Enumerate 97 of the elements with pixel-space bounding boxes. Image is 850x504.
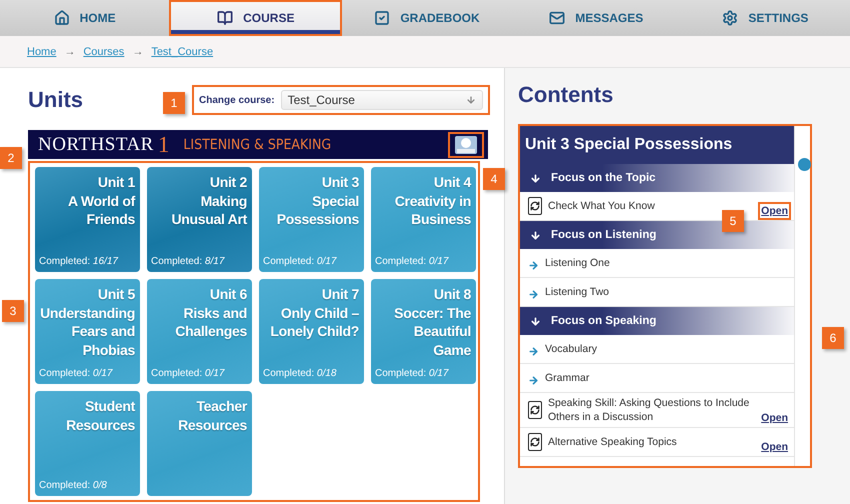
callout-marker: 3 [2,300,24,322]
unit-tile[interactable]: Unit 3 Special Possessions Completed: 0/17 [259,167,364,272]
unit-name: Special Possessions [276,192,359,228]
completion-text: Completed: 0/17 [375,368,448,379]
section-header[interactable]: Focus on the Topic [520,164,794,192]
unit-heading: Unit 3 Special Possessions [520,126,794,164]
activity-icon [528,401,542,419]
section-header[interactable]: Focus on Speaking [520,307,794,335]
down-arrow-icon [530,230,541,240]
unit-number: Unit 2 [210,173,247,192]
content-label: Listening Two [545,285,610,299]
breadcrumb-link[interactable]: Home [27,46,56,58]
unit-name: Teacher Resources [177,397,247,434]
content-label: Check What You Know [548,199,656,213]
change-course-label: Change course: [199,94,275,106]
callout-marker: 2 [0,147,22,169]
content-row[interactable]: Speaking Skill: Asking Questions to Include Others in a Discussion Open [520,393,794,428]
unit-tile[interactable]: Unit 1 A World of Friends Completed: 16/17 [35,167,140,272]
open-link[interactable]: Open [761,205,788,217]
unit-tile[interactable]: Unit 5 Understanding Fears and Phobias Completed: 0/17 [35,279,140,384]
unit-number: Unit 1 [98,173,135,192]
content-row[interactable]: Alternative Speaking Topics Open [520,428,794,457]
unit-name: Understanding Fears and Phobias [39,304,135,359]
unit-name: Student Resources [65,397,135,434]
right-arrow-icon [528,288,539,300]
down-arrow-icon [530,172,541,184]
unit-tile[interactable]: Student Resources Completed: 0/8 [35,391,140,496]
completion-text: Completed: 0/17 [39,368,112,379]
content-label: Grammar [545,371,590,385]
units-title: Units [28,87,83,113]
open-link[interactable]: Open [761,412,788,424]
breadcrumb-link[interactable]: Test_Course [151,46,214,58]
open-link[interactable]: Open [761,441,788,453]
checkbox-icon [374,10,390,26]
unit-number: Unit 7 [322,285,359,304]
completion-text: Completed: 0/8 [39,480,107,491]
completion-text: Completed: 0/18 [263,368,336,379]
completion-text: Completed: 8/17 [151,256,224,267]
completion-text: Completed: 0/17 [375,256,448,267]
scrollbar[interactable] [794,126,810,466]
callout-marker: 5 [722,210,744,232]
content-label: Listening One [545,256,611,270]
course-select[interactable]: Test_Course [280,90,483,110]
down-arrow-icon [530,316,541,326]
settings-icon [722,10,738,26]
activity-icon [528,433,542,451]
brand-name: NORTHSTAR [38,134,154,156]
nav-tab[interactable]: HOME [0,0,170,36]
unit-name: Creativity in Business [394,192,471,228]
unit-tile[interactable]: Unit 7 Only Child – Lonely Child? Completed: 0/18 [259,279,364,384]
callout-marker: 6 [822,327,844,349]
content-label: Alternative Speaking Topics [548,435,678,449]
unit-number: Unit 6 [210,285,247,304]
right-arrow-icon [528,346,539,356]
unit-tile[interactable]: Unit 4 Creativity in Business Completed: 0/17 [371,167,476,272]
right-arrow-icon [528,260,539,270]
callout-marker: 4 [483,168,505,190]
unit-tile[interactable]: Unit 6 Risks and Challenges Completed: 0/17 [147,279,252,384]
unit-name: Making Unusual Art [170,192,247,228]
content-row[interactable]: Vocabulary [520,335,794,364]
unit-number: Unit 4 [434,173,471,192]
right-arrow-icon [528,374,539,386]
content-row[interactable]: Listening One [520,249,794,278]
unit-tile[interactable]: Unit 2 Making Unusual Art Completed: 8/17 [147,167,252,272]
completion-text: Completed: 0/17 [263,256,336,267]
content-label: Speaking Skill: Asking Questions to Include Others in a Discussion [548,396,750,424]
unit-number: Unit 3 [322,173,359,192]
scroll-thumb[interactable] [798,158,811,171]
breadcrumb-link[interactable]: Courses [83,46,124,58]
contents-title: Contents [518,82,614,108]
content-row[interactable]: Grammar [520,364,794,393]
unit-number: Unit 8 [434,285,471,304]
nav-tab[interactable]: SETTINGS [680,0,850,36]
breadcrumb-separator: → [132,46,144,58]
completion-text: Completed: 16/17 [39,256,118,267]
activity-icon [528,197,542,215]
home-icon [54,10,70,26]
nav-tab[interactable]: COURSE [169,0,342,36]
content-label: Vocabulary [545,342,598,356]
nav-tab[interactable]: MESSAGES [512,0,681,36]
completion-text: Completed: 0/17 [151,368,224,379]
ebook-button[interactable] [448,132,484,158]
unit-name: Risks and Challenges [174,304,247,340]
nav-tab[interactable]: GRADEBOOK [342,0,512,36]
unit-name: Only Child – Lonely Child? [269,304,359,340]
dropdown-arrow-icon [466,95,476,105]
unit-name: Soccer: The Beautiful Game [393,304,471,359]
callout-marker: 1 [163,92,185,114]
banner-subtitle: LISTENING & SPEAKING [183,136,332,152]
brand-level: 1 [158,132,170,158]
mail-icon [549,10,566,26]
book-icon [217,10,234,26]
unit-tile[interactable]: Teacher Resources [147,391,252,496]
breadcrumb-separator: → [64,46,76,58]
unit-name: A World of Friends [67,192,135,228]
unit-number: Unit 5 [98,285,135,304]
unit-tile[interactable]: Unit 8 Soccer: The Beautiful Game Completed: 0/17 [371,279,476,384]
